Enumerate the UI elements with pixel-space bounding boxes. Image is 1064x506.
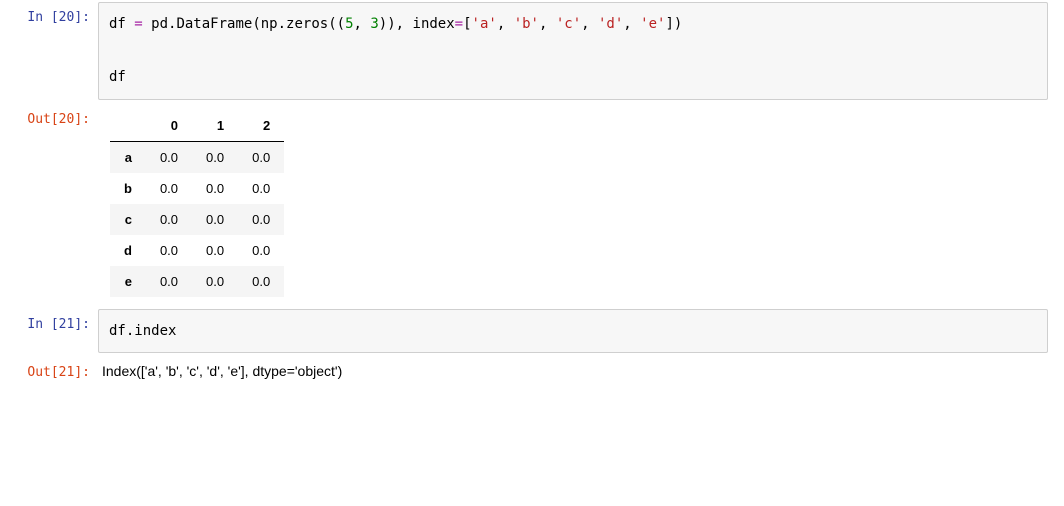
table-corner — [110, 110, 146, 142]
cell-value: 0.0 — [146, 141, 192, 173]
output-area-20: 0 1 2 a 0.0 0.0 0.0 b 0.0 0.0 — [98, 104, 1048, 305]
code-token: 'c' — [556, 16, 581, 32]
table-row: a 0.0 0.0 0.0 — [110, 141, 284, 173]
cell-value: 0.0 — [192, 235, 238, 266]
col-header: 1 — [192, 110, 238, 142]
code-token: index — [134, 323, 176, 339]
code-block-21[interactable]: df.index — [98, 309, 1048, 354]
code-token: [ — [463, 16, 471, 32]
code-token: 'd' — [598, 16, 623, 32]
code-token: , — [623, 16, 640, 32]
code-token: ( — [252, 16, 260, 32]
cell-value: 0.0 — [192, 266, 238, 297]
cell-value: 0.0 — [192, 173, 238, 204]
col-header: 2 — [238, 110, 284, 142]
code-token: )), index — [379, 16, 455, 32]
cell-value: 0.0 — [192, 204, 238, 235]
cell-value: 0.0 — [146, 173, 192, 204]
code-token: , — [539, 16, 556, 32]
cell-out-20: Out[20]: 0 1 2 a 0.0 0.0 0.0 — [0, 102, 1064, 307]
row-header: d — [110, 235, 146, 266]
cell-in-20: In [20]: df = pd.DataFrame(np.zeros((5, … — [0, 0, 1064, 102]
output-text: Index(['a', 'b', 'c', 'd', 'e'], dtype='… — [98, 357, 1048, 383]
code-token: DataFrame — [176, 16, 252, 32]
row-header: b — [110, 173, 146, 204]
code-token: df — [109, 69, 126, 85]
cell-value: 0.0 — [146, 204, 192, 235]
code-token: 'a' — [472, 16, 497, 32]
code-token: ]) — [665, 16, 682, 32]
code-token: = — [455, 16, 463, 32]
prompt-out-20: Out[20]: — [0, 104, 98, 134]
code-area-21[interactable]: df.index — [98, 309, 1048, 354]
prompt-out-21: Out[21]: — [0, 357, 98, 387]
code-token: df — [109, 323, 126, 339]
cell-value: 0.0 — [238, 235, 284, 266]
table-row: d 0.0 0.0 0.0 — [110, 235, 284, 266]
code-token: 5 — [345, 16, 353, 32]
table-row: b 0.0 0.0 0.0 — [110, 173, 284, 204]
code-token: np — [261, 16, 278, 32]
code-token: pd — [151, 16, 168, 32]
cell-value: 0.0 — [238, 266, 284, 297]
prompt-in-21: In [21]: — [0, 309, 98, 339]
code-token: , — [354, 16, 371, 32]
cell-in-21: In [21]: df.index — [0, 307, 1064, 356]
code-token: (( — [328, 16, 345, 32]
code-token: , — [581, 16, 598, 32]
row-header: e — [110, 266, 146, 297]
cell-value: 0.0 — [238, 204, 284, 235]
code-token: 3 — [370, 16, 378, 32]
code-token: = — [126, 16, 151, 32]
code-token: , — [497, 16, 514, 32]
code-area-20[interactable]: df = pd.DataFrame(np.zeros((5, 3)), inde… — [98, 2, 1048, 100]
code-token: zeros — [286, 16, 328, 32]
col-header: 0 — [146, 110, 192, 142]
table-header-row: 0 1 2 — [110, 110, 284, 142]
code-token: . — [278, 16, 286, 32]
cell-value: 0.0 — [146, 235, 192, 266]
code-block-20[interactable]: df = pd.DataFrame(np.zeros((5, 3)), inde… — [98, 2, 1048, 100]
prompt-in-20: In [20]: — [0, 2, 98, 32]
code-token: df — [109, 16, 126, 32]
cell-value: 0.0 — [146, 266, 192, 297]
table-row: c 0.0 0.0 0.0 — [110, 204, 284, 235]
code-token: 'b' — [514, 16, 539, 32]
table-row: e 0.0 0.0 0.0 — [110, 266, 284, 297]
output-area-21: Index(['a', 'b', 'c', 'd', 'e'], dtype='… — [98, 357, 1048, 383]
row-header: c — [110, 204, 146, 235]
dataframe-output: 0 1 2 a 0.0 0.0 0.0 b 0.0 0.0 — [98, 104, 1048, 305]
dataframe-table: 0 1 2 a 0.0 0.0 0.0 b 0.0 0.0 — [110, 110, 284, 297]
row-header: a — [110, 141, 146, 173]
cell-out-21: Out[21]: Index(['a', 'b', 'c', 'd', 'e']… — [0, 355, 1064, 389]
cell-value: 0.0 — [238, 141, 284, 173]
code-token: 'e' — [640, 16, 665, 32]
cell-value: 0.0 — [192, 141, 238, 173]
cell-value: 0.0 — [238, 173, 284, 204]
